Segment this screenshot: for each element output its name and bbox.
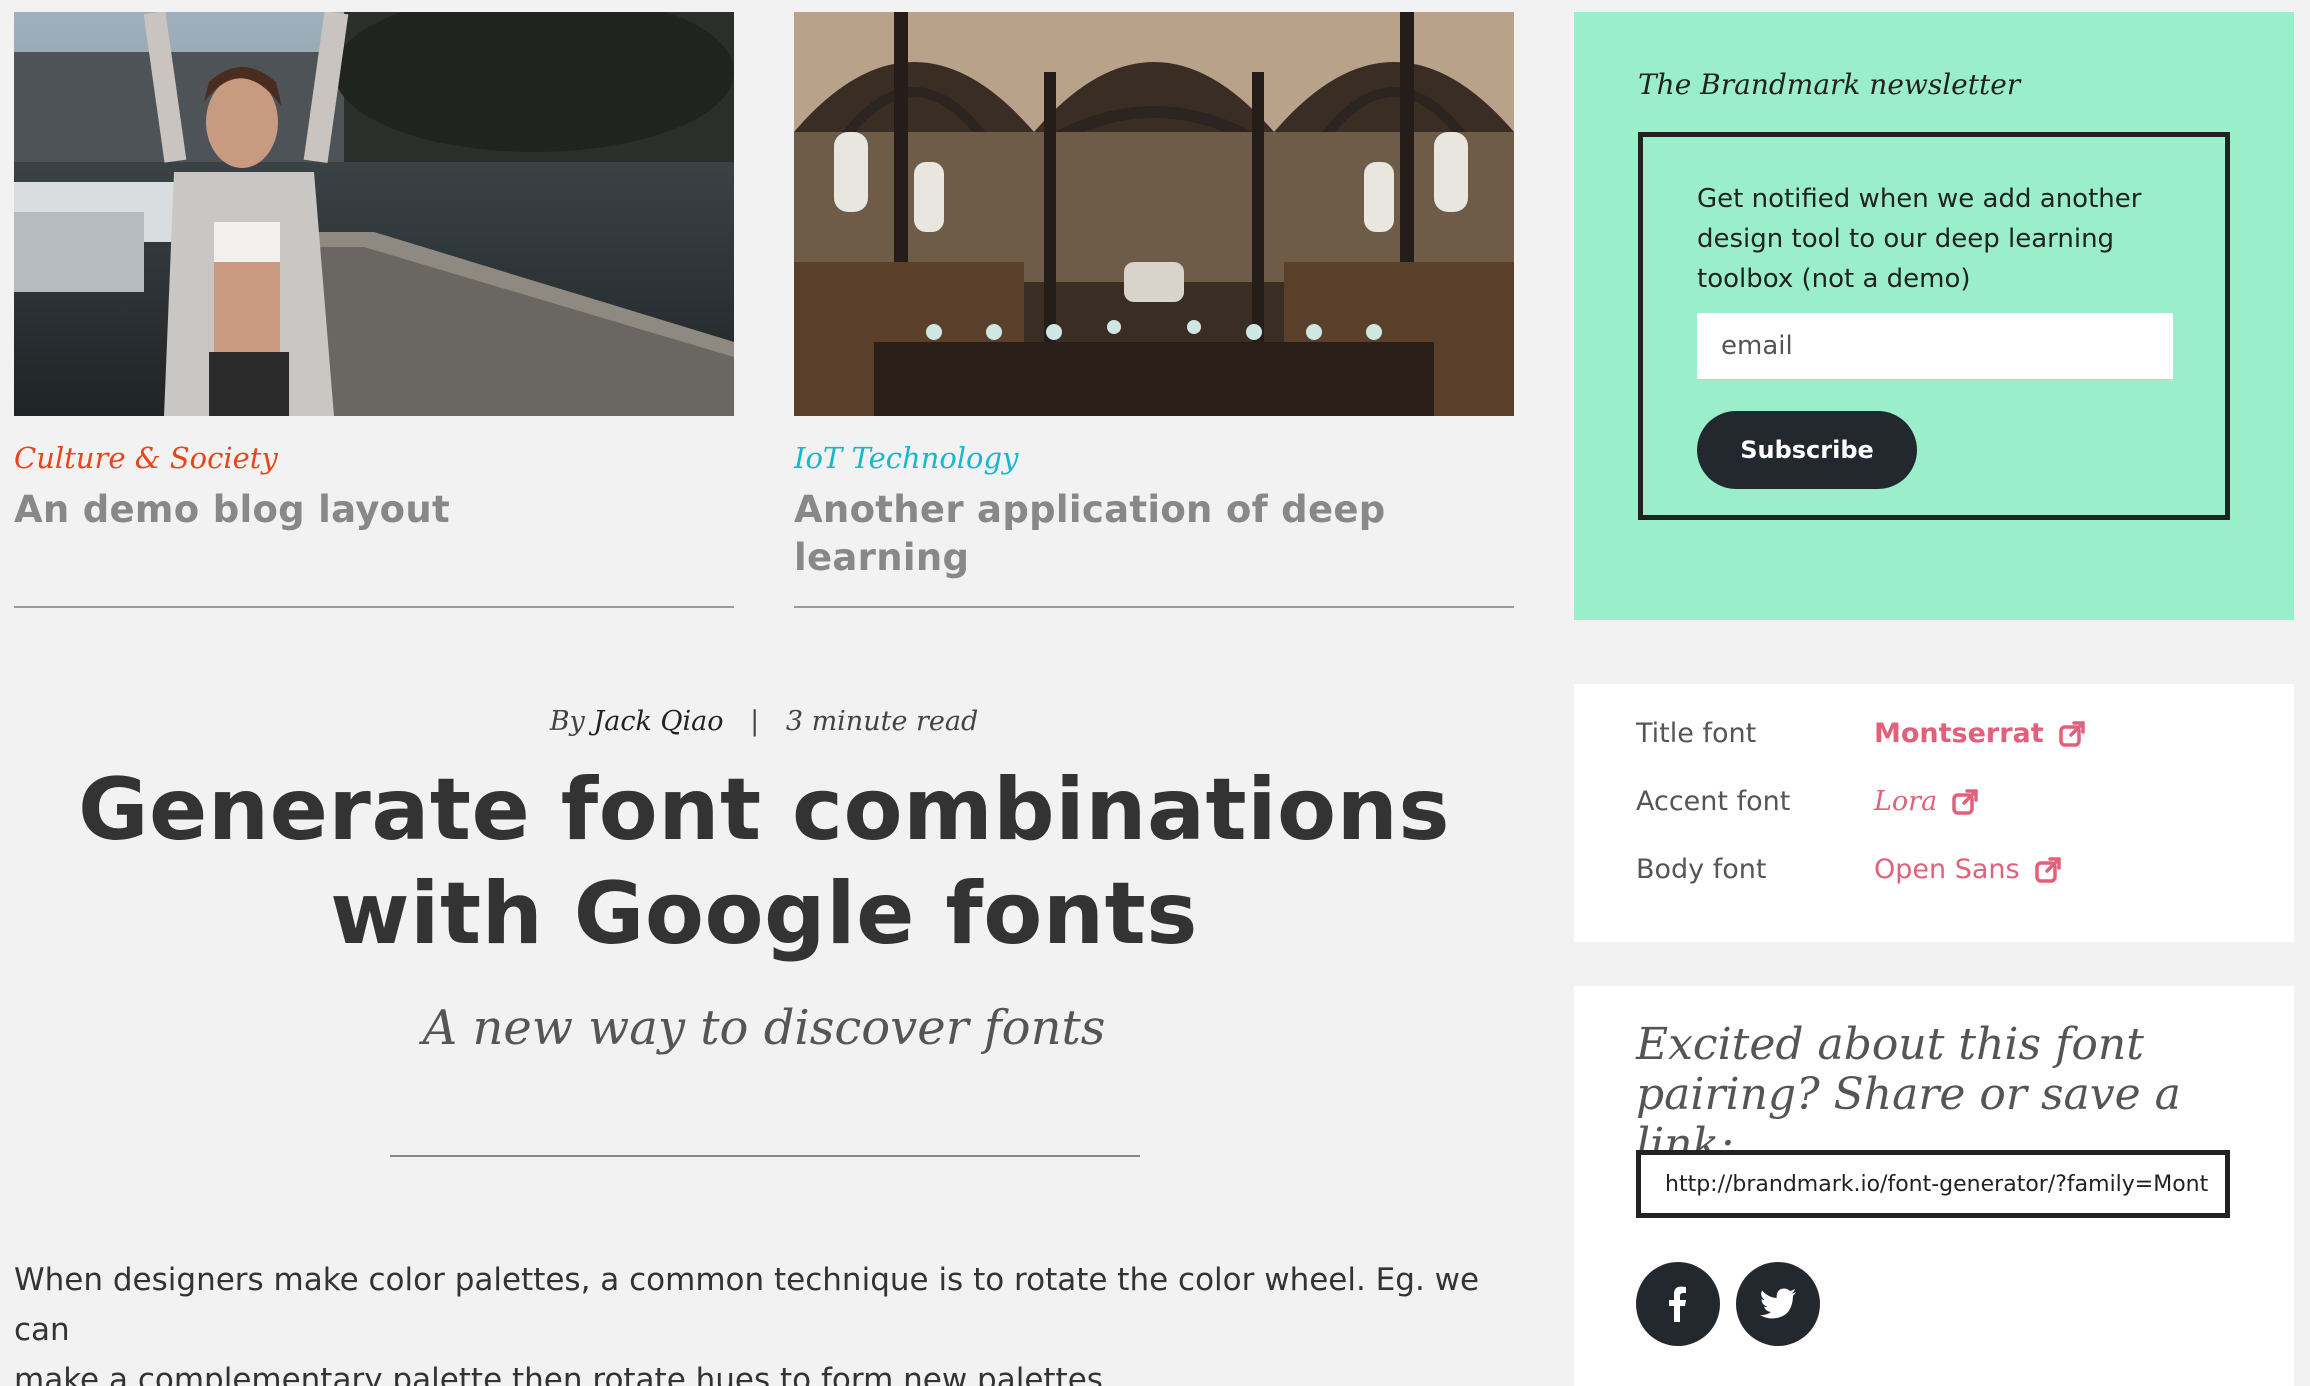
facebook-share-button[interactable] [1636,1262,1720,1346]
font-row-body: Body font Open Sans [1636,854,2256,894]
email-field[interactable] [1697,313,2173,379]
subscribe-button[interactable]: Subscribe [1697,411,1917,489]
font-link-montserrat[interactable]: Montserrat [1874,718,2086,749]
font-label: Body font [1636,854,1767,885]
title-line-1: Generate font combinations [77,760,1451,860]
byline-separator: | [750,706,760,737]
card-category[interactable]: Culture & Society [14,438,734,478]
font-label: Accent font [1636,786,1791,817]
newsletter-panel: The Brandmark newsletter Get notified wh… [1574,12,2294,620]
external-link-icon[interactable] [1951,788,1979,816]
fonts-panel: Title font Montserrat Accent font Lora B… [1574,684,2294,942]
card-title[interactable]: An demo blog layout [14,486,734,534]
author-name: Jack Qiao [593,706,724,737]
card-title[interactable]: Another application of deep learning [794,486,1514,582]
newsletter-description: Get notified when we add another design … [1697,184,2142,294]
read-time: 3 minute read [785,706,979,737]
font-name[interactable]: Open Sans [1874,854,2020,885]
font-name[interactable]: Lora [1874,786,1937,817]
article-card[interactable]: Culture & Society An demo blog layout [14,12,734,534]
card-image-library-hall[interactable] [794,12,1514,416]
body-line-1: When designers make color palettes, a co… [14,1262,1480,1348]
facebook-icon [1669,1286,1686,1322]
subheading: A new way to discover fonts [422,1000,1106,1056]
newsletter-form: Get notified when we add another design … [1638,132,2230,520]
card-category[interactable]: IoT Technology [794,438,1514,478]
font-name[interactable]: Montserrat [1874,718,2044,749]
card-image-woman-on-dock[interactable] [14,12,734,416]
font-label: Title font [1636,718,1757,749]
twitter-icon [1760,1288,1796,1319]
font-link-open-sans[interactable]: Open Sans [1874,854,2062,885]
external-link-icon[interactable] [2034,856,2062,884]
card-divider [794,606,1514,608]
title-line-2: with Google fonts [330,864,1198,964]
body-line-2: make a complementary palette then rotate… [14,1362,1113,1386]
page: Culture & Society An demo blog layout Io… [0,0,2310,1386]
header-divider [390,1155,1140,1157]
newsletter-title: The Brandmark newsletter [1638,68,2021,101]
article-body: When designers make color palettes, a co… [14,1255,1514,1386]
share-link-field[interactable] [1636,1150,2230,1218]
card-divider [14,606,734,608]
share-title: Excited about this font pairing? Share o… [1636,1019,2181,1170]
byline: By Jack Qiao | 3 minute read [14,706,1514,737]
font-link-lora[interactable]: Lora [1874,786,1979,817]
share-panel: Excited about this font pairing? Share o… [1574,986,2294,1386]
twitter-share-button[interactable] [1736,1262,1820,1346]
article-card[interactable]: IoT Technology Another application of de… [794,12,1514,582]
external-link-icon[interactable] [2058,720,2086,748]
page-title: Generate font combinations with Google f… [14,758,1514,966]
byline-prefix: By [549,706,585,737]
font-row-accent: Accent font Lora [1636,786,2256,826]
font-row-title: Title font Montserrat [1636,718,2256,758]
